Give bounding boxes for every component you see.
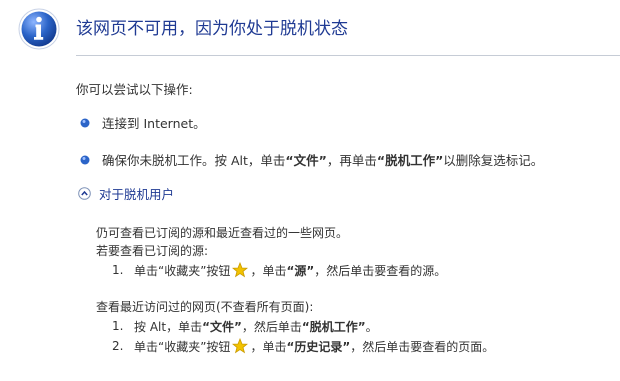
- page-title: 该网页不可用，因为你处于脱机状态: [76, 19, 348, 39]
- info-icon: [18, 8, 60, 50]
- blue-bullet-icon: [80, 155, 90, 164]
- recent-heading: 查看最近访问过的网页(不查看所有页面):: [96, 300, 314, 314]
- blue-bullet-icon: [80, 118, 90, 127]
- page-header: 该网页不可用，因为你处于脱机状态: [0, 0, 620, 54]
- suggestion-offline-pre: 确保你未脱机工作。按 Alt，单击: [102, 153, 286, 168]
- step-text: ，然后单击要查看的源。: [314, 263, 447, 278]
- suggestion-connect-text: 连接到 Internet。: [102, 116, 206, 131]
- suggestion-offline: 确保你未脱机工作。按 Alt，单击 “文件” ，再单击 “脱机工作” 以删除复选…: [80, 150, 543, 169]
- recent-pages-section: 查看最近访问过的网页(不查看所有页面): 1. 按 Alt，单击 “文件” ，然…: [96, 298, 494, 356]
- step-number: 1.: [112, 319, 124, 333]
- recent-step-2: 2. 单击“收藏夹”按钮 ，单击 “历史记录” ，然后单击要查看的页面。: [96, 336, 494, 356]
- step-text: ，然后单击要查看的页面。: [350, 339, 495, 354]
- collapse-arrow-icon: [78, 187, 91, 200]
- work-offline-label: “脱机工作”: [301, 319, 366, 334]
- feeds-label: “源”: [286, 263, 315, 278]
- recent-step-1: 1. 按 Alt，单击 “文件” ，然后单击 “脱机工作” 。: [96, 316, 494, 336]
- star-icon: [232, 262, 249, 278]
- suggestion-connect: 连接到 Internet。: [80, 113, 206, 132]
- suggestion-offline-post: 以删除复选标记。: [443, 153, 544, 168]
- intro-text: 你可以尝试以下操作:: [76, 82, 193, 97]
- step-text: ，单击: [250, 339, 287, 354]
- offline-users-section: 仍可查看已订阅的源和最近查看过的一些网页。 若要查看已订阅的源: 1. 单击“收…: [96, 224, 446, 280]
- star-icon: [232, 338, 249, 354]
- suggestion-offline-mid: ，再单击: [326, 153, 377, 168]
- offline-users-label: 对于脱机用户: [99, 187, 175, 202]
- file-menu-label: “文件”: [202, 319, 242, 334]
- offline-users-toggle[interactable]: 对于脱机用户: [78, 184, 174, 203]
- step-text: ，单击: [250, 263, 287, 278]
- step-text: 。: [365, 319, 378, 334]
- step-number: 2.: [112, 339, 124, 353]
- feeds-step: 1. 单击“收藏夹”按钮 ，单击 “源” ，然后单击要查看的源。: [96, 260, 446, 280]
- step-text: 单击“收藏夹”按钮: [134, 263, 231, 278]
- history-label: “历史记录”: [286, 339, 351, 354]
- step-text: ，然后单击: [241, 319, 302, 334]
- step-text: 按 Alt，单击: [134, 319, 203, 334]
- step-text: 单击“收藏夹”按钮: [134, 339, 231, 354]
- work-offline-label: “脱机工作”: [376, 153, 444, 168]
- feeds-heading: 若要查看已订阅的源:: [96, 244, 209, 258]
- step-number: 1.: [112, 263, 124, 277]
- title-divider: [76, 55, 620, 56]
- file-menu-label: “文件”: [285, 153, 327, 168]
- offline-intro-text: 仍可查看已订阅的源和最近查看过的一些网页。: [96, 226, 349, 240]
